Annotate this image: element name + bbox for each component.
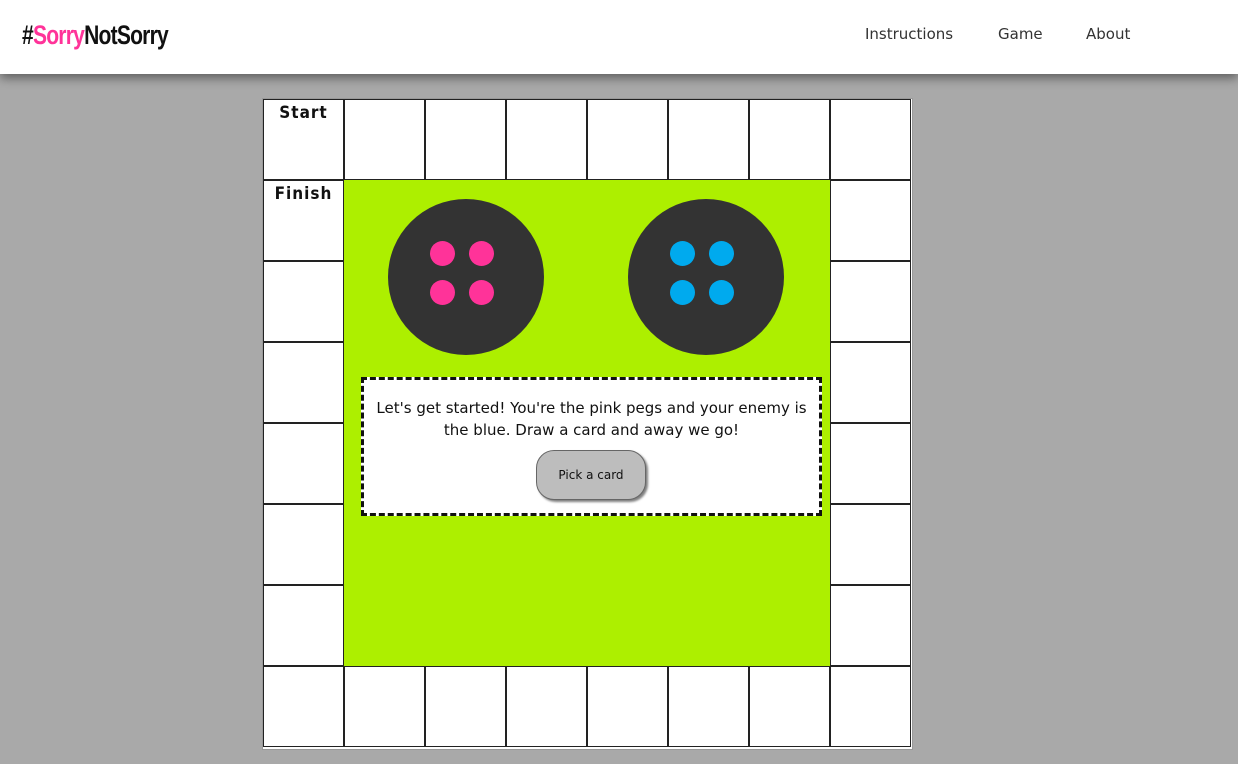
- board-cell: [506, 99, 587, 180]
- board-cell: [263, 261, 344, 342]
- board-cell: [830, 504, 911, 585]
- blue-peg: [709, 280, 734, 305]
- blue-peg: [709, 241, 734, 266]
- board-cell: [425, 99, 506, 180]
- pink-peg[interactable]: [469, 280, 494, 305]
- board-cell: [344, 666, 425, 747]
- site-logo[interactable]: #SorryNotSorry: [22, 20, 169, 51]
- board-cell: [263, 342, 344, 423]
- pick-card-button[interactable]: Pick a card: [536, 450, 646, 500]
- board-cell: [587, 666, 668, 747]
- board-cell: [263, 504, 344, 585]
- navbar: #SorryNotSorry Instructions Game About: [0, 0, 1238, 74]
- logo-hash: #: [22, 20, 34, 50]
- board-cell: [830, 342, 911, 423]
- pink-peg[interactable]: [469, 241, 494, 266]
- board-cell: [425, 666, 506, 747]
- finish-label: Finish: [274, 184, 333, 204]
- board-cell: [749, 99, 830, 180]
- board-cell: [344, 99, 425, 180]
- board-cell: [263, 666, 344, 747]
- message-text: Let's get started! You're the pink pegs …: [376, 399, 807, 439]
- nav-link-game[interactable]: Game: [998, 25, 1043, 43]
- start-label: Start: [279, 103, 328, 123]
- nav-link-instructions[interactable]: Instructions: [865, 25, 953, 43]
- pink-peg[interactable]: [430, 241, 455, 266]
- board-cell: [263, 423, 344, 504]
- nav-link-about[interactable]: About: [1086, 25, 1130, 43]
- board-cell: [830, 180, 911, 261]
- board-cell: [506, 666, 587, 747]
- pink-peg[interactable]: [430, 280, 455, 305]
- board-cell: [668, 99, 749, 180]
- board-cell: [263, 585, 344, 666]
- game-board: Let's get started! You're the pink pegs …: [262, 98, 913, 750]
- board-cell: [830, 99, 911, 180]
- logo-not-sorry: NotSorry: [84, 20, 169, 50]
- board-cell: [587, 99, 668, 180]
- board-cell: [830, 585, 911, 666]
- pink-home: [388, 199, 544, 355]
- board-cell: [830, 261, 911, 342]
- blue-peg: [670, 280, 695, 305]
- board-cell: [830, 423, 911, 504]
- board-cell: [830, 666, 911, 747]
- start-cell: Start: [263, 99, 344, 180]
- message-box: Let's get started! You're the pink pegs …: [361, 377, 822, 516]
- board-center: Let's get started! You're the pink pegs …: [344, 180, 831, 668]
- board-cell: [668, 666, 749, 747]
- finish-cell: Finish: [263, 180, 344, 261]
- board-cell: [749, 666, 830, 747]
- logo-sorry: Sorry: [32, 20, 85, 50]
- blue-home: [628, 199, 784, 355]
- blue-peg: [670, 241, 695, 266]
